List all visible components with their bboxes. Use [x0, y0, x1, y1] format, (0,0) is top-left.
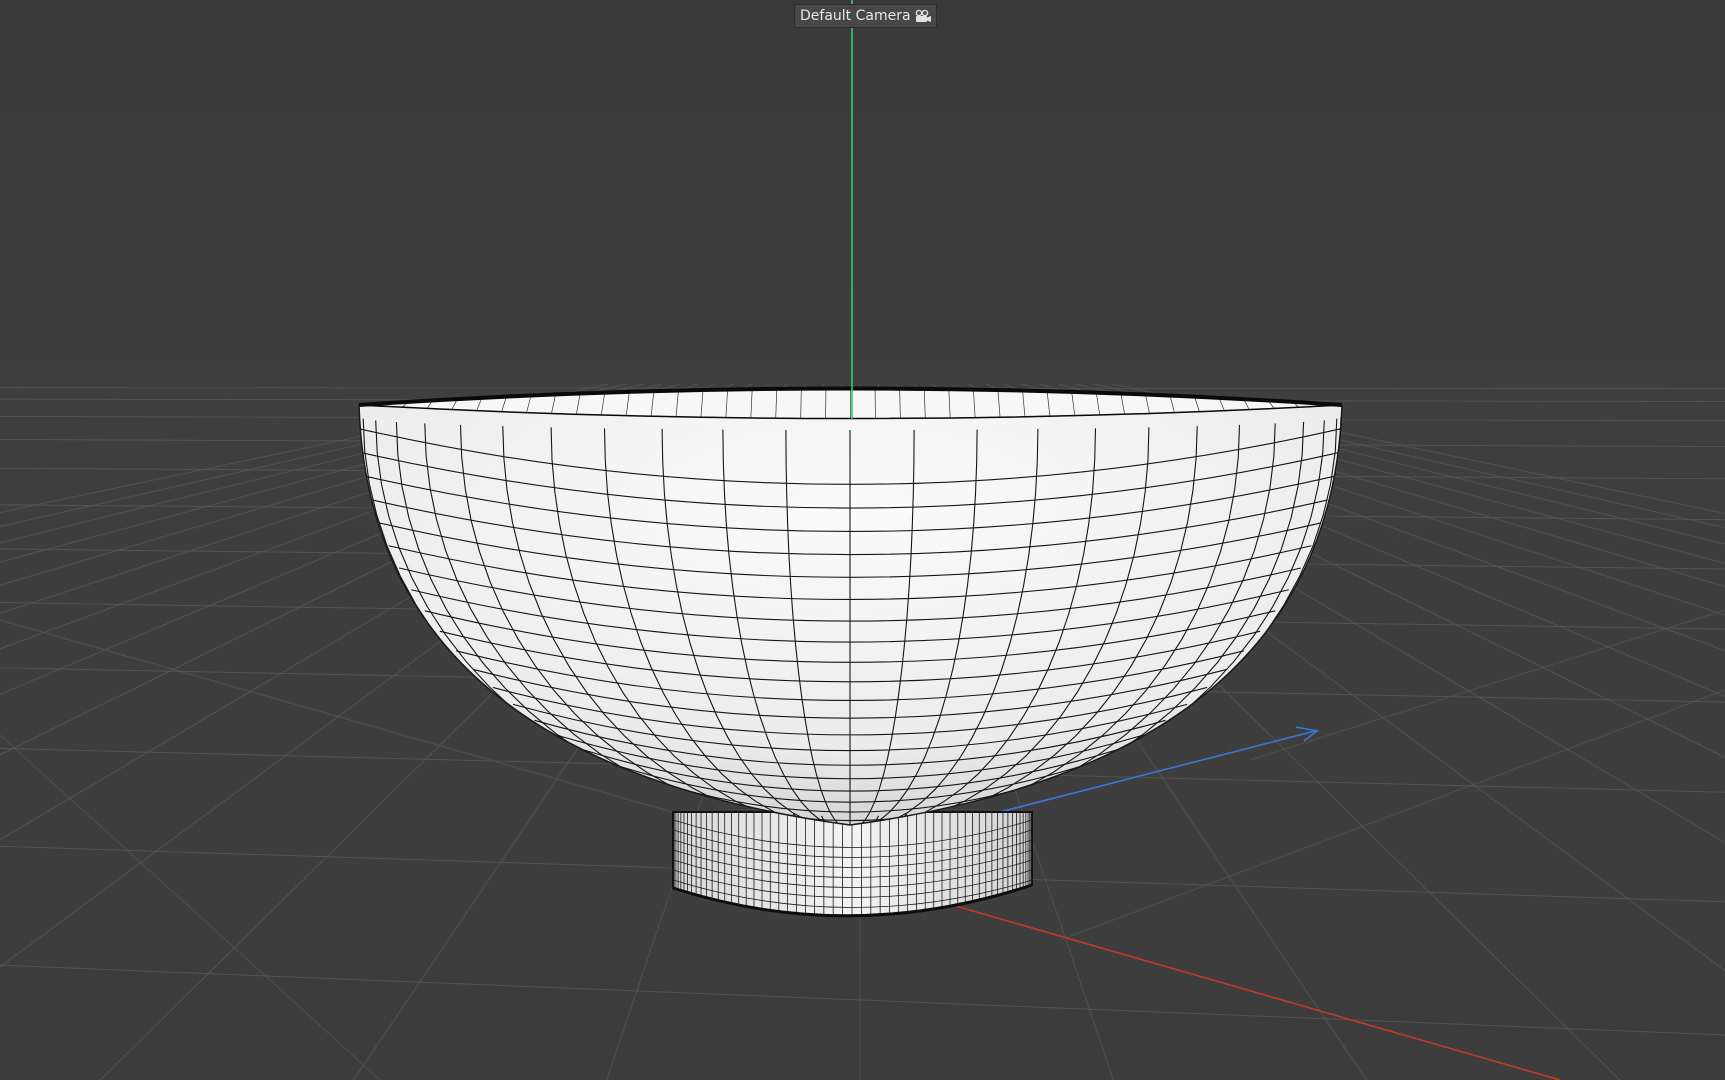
camera-label[interactable]: Default Camera	[794, 4, 937, 28]
camera-label-text: Default Camera	[800, 8, 911, 24]
camera-icon	[915, 9, 931, 22]
3d-viewport[interactable]: Default Camera	[0, 0, 1725, 1080]
scene-canvas[interactable]	[0, 0, 1725, 1080]
